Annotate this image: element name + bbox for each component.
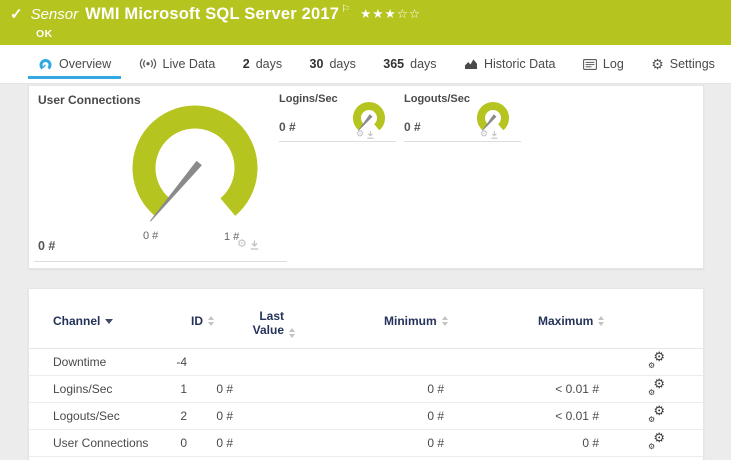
gauge-actions: ⚙ xyxy=(480,130,498,139)
channel-minimum: 0 # xyxy=(427,382,444,396)
tab-2-days[interactable]: 2 days xyxy=(243,45,282,83)
tab-label: Live Data xyxy=(162,57,216,71)
tab-day-count: 365 xyxy=(383,57,405,71)
channel-minimum: 0 # xyxy=(427,409,444,423)
channel-settings-icon[interactable]: ⚙ ⚙ xyxy=(648,350,665,370)
user-connections-gauge xyxy=(132,105,258,222)
channel-id: 1 xyxy=(180,382,187,396)
tab-30-days[interactable]: 30 days xyxy=(310,45,356,83)
tab-label: Historic Data xyxy=(483,57,556,71)
gauge-title-logins: Logins/Sec xyxy=(279,93,338,105)
tab-log[interactable]: Log xyxy=(582,45,624,83)
channel-id: 0 xyxy=(180,436,187,450)
column-header-minimum[interactable]: Minimum xyxy=(384,314,448,328)
priority-stars[interactable]: ★★★☆☆ xyxy=(360,6,421,21)
column-label: Maximum xyxy=(538,314,594,328)
gauge-scale-min: 0 # xyxy=(143,230,159,242)
stars-filled: ★★★ xyxy=(360,7,397,21)
tab-settings[interactable]: ⚙ Settings xyxy=(651,45,715,83)
download-icon[interactable] xyxy=(367,131,374,139)
channel-settings-icon[interactable]: ⚙ ⚙ xyxy=(648,431,665,451)
table-row-logins[interactable]: Logins/Sec 1 0 # 0 # < 0.01 # ⚙ ⚙ xyxy=(29,376,703,403)
column-header-channel[interactable]: Channel xyxy=(53,314,114,328)
gear-icon: ⚙ xyxy=(651,56,664,72)
tab-day-count: 2 xyxy=(242,57,250,71)
gear-icon: ⚙ xyxy=(648,387,656,397)
tab-label: days xyxy=(329,57,356,71)
channel-name[interactable]: User Connections xyxy=(53,436,163,450)
gauges-panel: User Connections 0 # 1 # 0 # ⚙ Logins/Se… xyxy=(28,85,704,269)
status-badge: OK xyxy=(36,28,53,40)
sensor-type-label: Sensor xyxy=(30,6,79,23)
column-label: Last Value xyxy=(252,309,284,338)
channel-settings-icon[interactable]: ⚙ ⚙ xyxy=(648,377,665,397)
channel-maximum: 0 # xyxy=(582,436,599,450)
sort-icon xyxy=(289,327,295,338)
tab-label: days xyxy=(410,57,437,71)
channel-last-value: 0 # xyxy=(216,436,233,450)
channel-last-value: 0 # xyxy=(216,409,233,423)
download-icon[interactable] xyxy=(491,131,498,139)
sensor-title: WMI Microsoft SQL Server 2017 xyxy=(85,5,340,23)
column-header-maximum[interactable]: Maximum xyxy=(538,314,605,328)
channel-name[interactable]: Logins/Sec xyxy=(53,382,163,396)
prtg-sensor-page: ✓ Sensor WMI Microsoft SQL Server 2017 ⚐… xyxy=(0,0,731,460)
column-label: Channel xyxy=(53,314,101,328)
channel-maximum: < 0.01 # xyxy=(555,409,599,423)
flag-icon[interactable]: ⚐ xyxy=(341,4,350,15)
channel-name[interactable]: Downtime xyxy=(53,355,163,369)
tab-bar: Overview Live Data 2 days 30 days 365 da… xyxy=(0,45,731,84)
column-label: Minimum xyxy=(384,314,437,328)
sort-icon xyxy=(208,316,214,326)
channel-last-value: 0 # xyxy=(216,382,233,396)
column-label: ID xyxy=(191,314,203,328)
table-row-downtime[interactable]: Downtime -4 ⚙ ⚙ xyxy=(29,349,703,376)
column-header-id[interactable]: ID xyxy=(191,314,214,328)
ok-check-icon: ✓ xyxy=(10,6,23,23)
live-data-icon xyxy=(139,58,156,69)
gauge-title-logouts: Logouts/Sec xyxy=(404,93,471,105)
sensor-status-bar: ✓ Sensor WMI Microsoft SQL Server 2017 ⚐… xyxy=(0,0,731,45)
tab-day-count: 30 xyxy=(309,57,324,71)
gear-icon: ⚙ xyxy=(648,414,656,424)
channel-settings-icon[interactable]: ⚙ ⚙ xyxy=(648,404,665,424)
tab-label: Log xyxy=(602,57,624,71)
gear-icon: ⚙ xyxy=(648,360,656,370)
tab-live-data[interactable]: Live Data xyxy=(139,45,216,83)
gauge-actions: ⚙ xyxy=(237,239,259,250)
channels-table-panel: Channel ID Last Value Minimum Maximum Do… xyxy=(28,288,704,460)
tab-label: days xyxy=(255,57,283,71)
gear-icon[interactable]: ⚙ xyxy=(356,130,364,139)
sort-icon xyxy=(441,316,448,326)
tab-365-days[interactable]: 365 days xyxy=(383,45,436,83)
table-row-logouts[interactable]: Logouts/Sec 2 0 # 0 # < 0.01 # ⚙ ⚙ xyxy=(29,403,703,430)
gear-icon[interactable]: ⚙ xyxy=(480,130,488,139)
channels-table-body: Downtime -4 ⚙ ⚙ Logins/Sec 1 0 # 0 # < 0.… xyxy=(29,349,703,457)
tab-label: Settings xyxy=(669,57,715,71)
channel-maximum: < 0.01 # xyxy=(555,382,599,396)
tab-label: Overview xyxy=(59,57,112,71)
log-icon xyxy=(582,58,597,70)
gauge-current-value: 0 # xyxy=(279,120,296,134)
tab-overview[interactable]: Overview xyxy=(27,45,122,83)
table-row-user-connections[interactable]: User Connections 0 0 # 0 # 0 # ⚙ ⚙ xyxy=(29,430,703,457)
gauge-actions: ⚙ xyxy=(356,130,374,139)
gear-icon[interactable]: ⚙ xyxy=(237,239,247,250)
download-icon[interactable] xyxy=(250,240,259,250)
chart-icon xyxy=(464,59,477,69)
sort-icon xyxy=(598,316,605,326)
gauge-icon xyxy=(39,58,52,70)
channel-minimum: 0 # xyxy=(427,436,444,450)
gear-icon: ⚙ xyxy=(648,441,656,451)
channel-id: 2 xyxy=(180,409,187,423)
channel-name[interactable]: Logouts/Sec xyxy=(53,409,163,423)
gauge-current-value: 0 # xyxy=(404,120,421,134)
column-header-last-value[interactable]: Last Value xyxy=(242,309,295,338)
channel-id: -4 xyxy=(176,355,187,369)
gauge-current-value: 0 # xyxy=(38,239,56,253)
stars-empty: ☆☆ xyxy=(396,7,422,21)
sort-desc-icon xyxy=(105,318,114,324)
tab-historic-data[interactable]: Historic Data xyxy=(464,45,556,83)
